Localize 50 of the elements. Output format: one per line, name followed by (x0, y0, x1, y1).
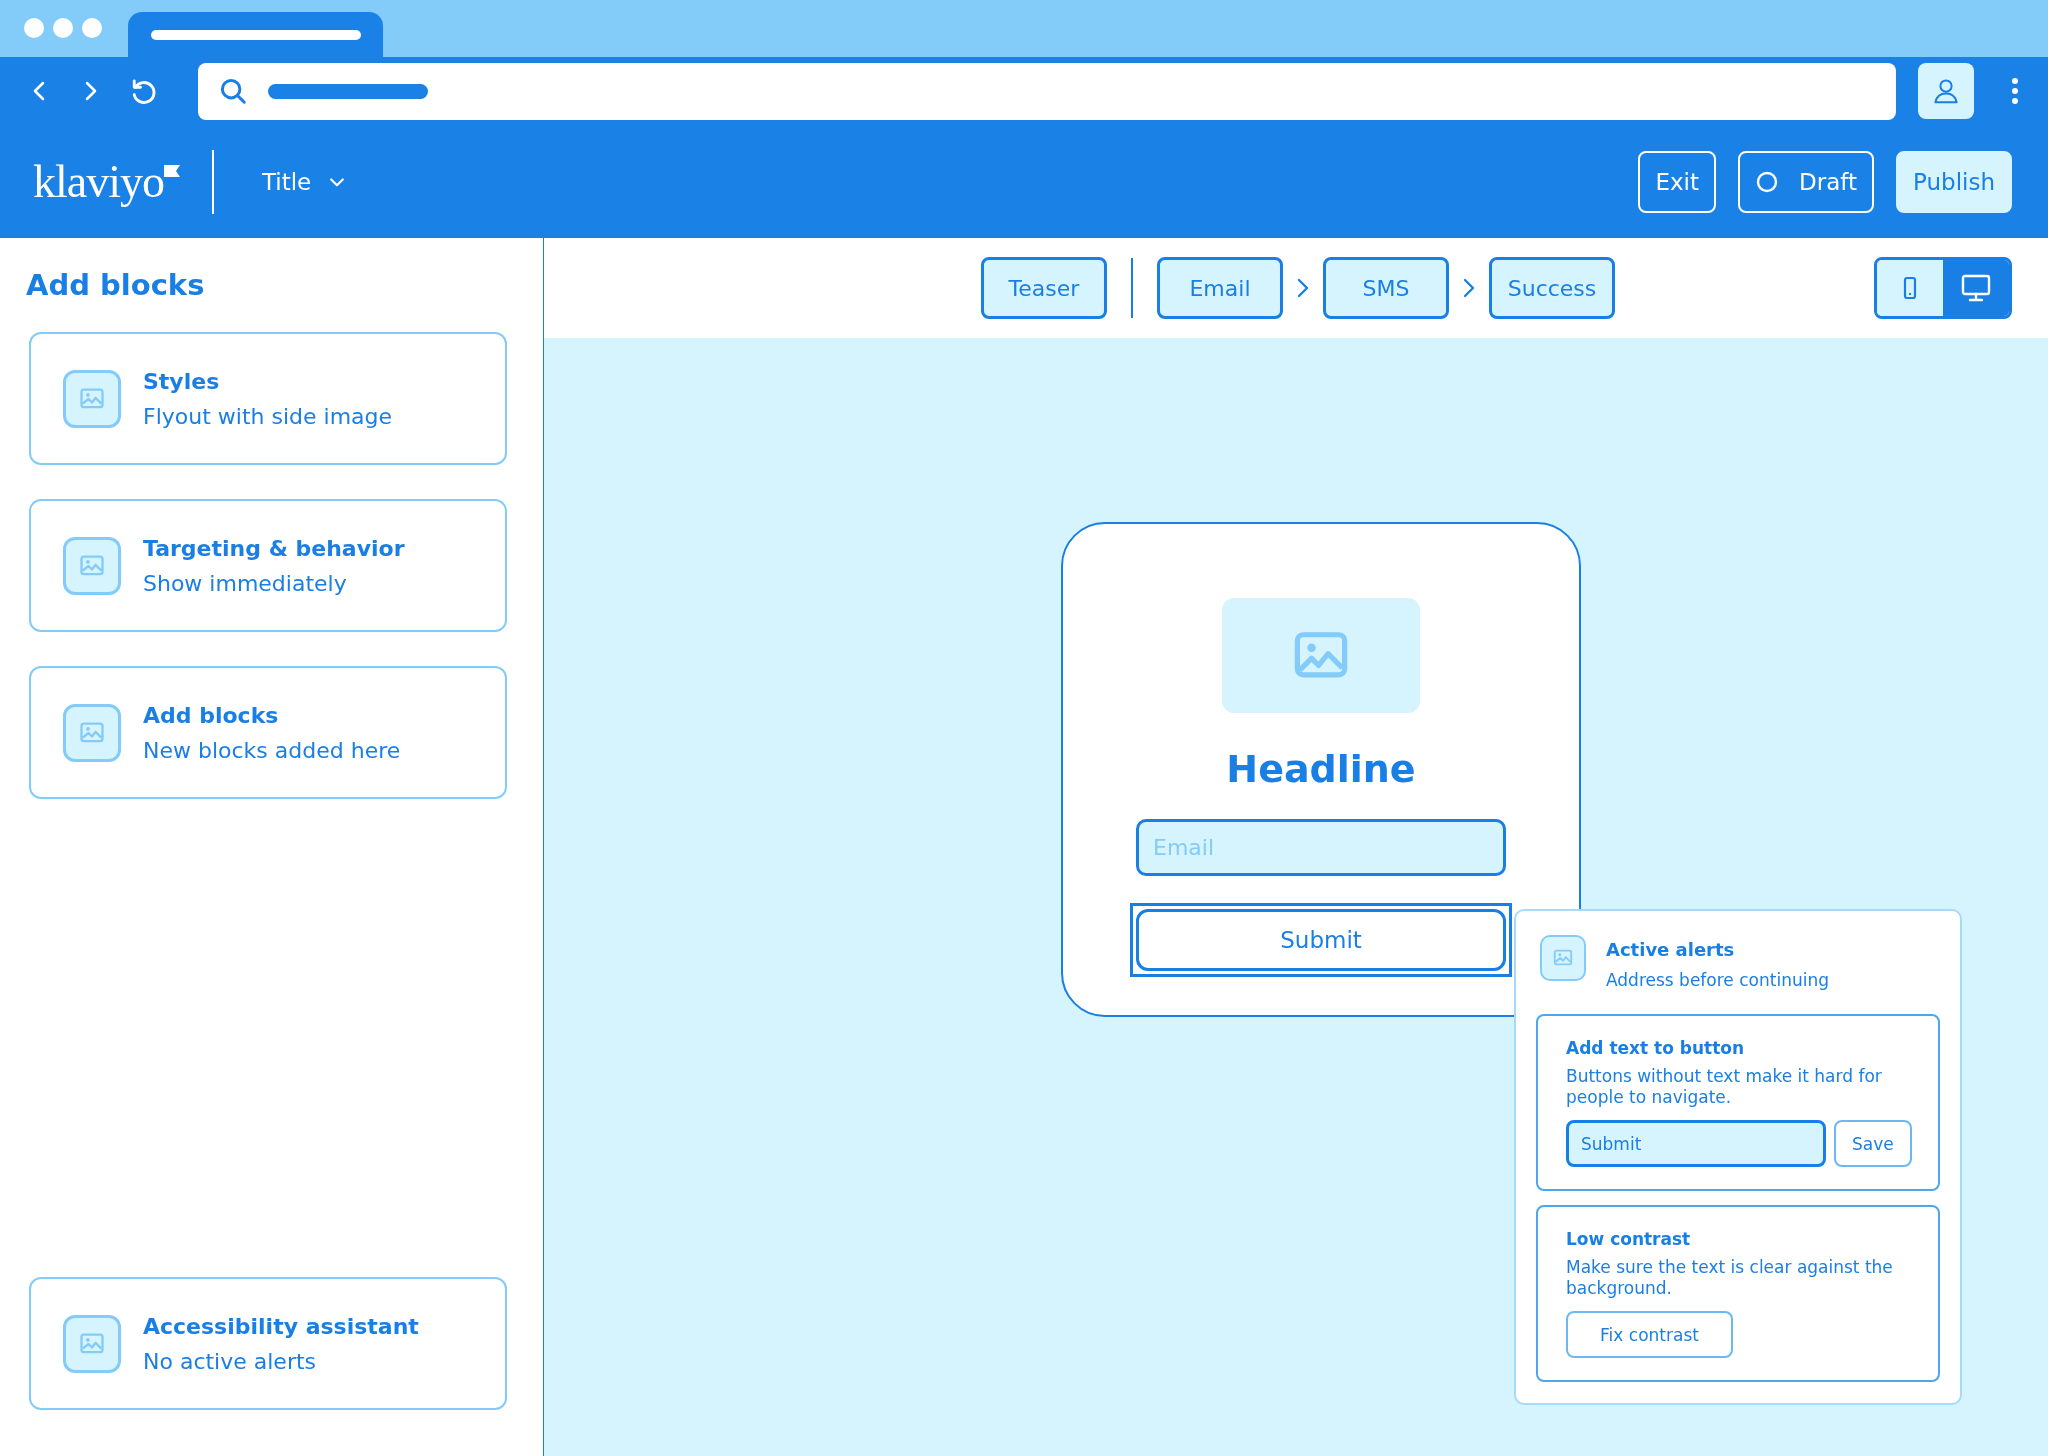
step-tab[interactable]: Success (1489, 257, 1615, 319)
exit-button[interactable]: Exit (1638, 150, 1717, 213)
alert-description: Buttons without text make it hard for people to navigate. (1566, 1066, 1883, 1108)
alert-title: Low contrast (1566, 1229, 1692, 1249)
card-subtitle: New blocks added here (143, 737, 401, 763)
chevron-right-icon (1461, 276, 1477, 300)
chevron-right-icon (1295, 276, 1311, 300)
block-card[interactable]: Styles Flyout with side image (29, 332, 507, 465)
desktop-view-button[interactable] (1943, 260, 2009, 316)
window-controls-icon (23, 17, 103, 39)
email-field[interactable]: Email (1136, 819, 1506, 876)
form-headline: Headline (1226, 747, 1416, 791)
step-tab[interactable]: SMS (1323, 257, 1449, 319)
alert-title: Add text to button (1566, 1038, 1746, 1058)
phone-icon (1903, 276, 1917, 300)
browser-tab[interactable] (128, 12, 383, 57)
alert-description: Make sure the text is clear against the background. (1566, 1257, 1894, 1299)
card-title: Targeting & behavior (143, 535, 405, 561)
card-title: Accessibility assistant (143, 1313, 419, 1339)
block-card[interactable]: Accessibility assistant No active alerts (29, 1277, 507, 1410)
more-options-icon[interactable] (2010, 77, 2020, 105)
profile-button[interactable] (1918, 63, 1974, 119)
block-card[interactable]: Add blocks New blocks added here (29, 666, 507, 799)
panel-title: Active alerts (1606, 939, 1736, 960)
circle-icon (1755, 169, 1780, 194)
address-bar[interactable] (198, 62, 1896, 120)
card-title: Styles (143, 368, 221, 394)
step-divider (1131, 258, 1133, 318)
user-icon (1931, 76, 1961, 106)
logo-wordmark: klaviyo (33, 155, 164, 208)
monitor-icon (1961, 274, 1991, 302)
search-icon (218, 76, 248, 106)
draft-button[interactable]: Draft (1738, 150, 1874, 213)
panel-subtitle: Address before continuing (1606, 970, 1829, 990)
save-button[interactable]: Save (1834, 1120, 1912, 1167)
step-tab[interactable]: Email (1157, 257, 1283, 319)
submit-button[interactable]: Submit (1136, 909, 1506, 971)
step-tab[interactable]: Teaser (981, 257, 1107, 319)
card-subtitle: Show immediately (143, 570, 348, 596)
card-subtitle: Flyout with side image (143, 403, 393, 429)
block-card[interactable]: Targeting & behavior Show immediately (29, 499, 507, 632)
mobile-view-button[interactable] (1877, 260, 1943, 316)
button-text-field[interactable]: Submit (1566, 1120, 1826, 1167)
card-title: Add blocks (143, 702, 280, 728)
publish-button[interactable]: Publish (1896, 150, 2012, 213)
card-subtitle: No active alerts (143, 1348, 318, 1374)
flag-icon (164, 165, 180, 177)
fix-contrast-button[interactable]: Fix contrast (1566, 1311, 1733, 1358)
title-dropdown[interactable]: Title (262, 168, 348, 195)
sidebar-heading: Add blocks (26, 268, 206, 302)
